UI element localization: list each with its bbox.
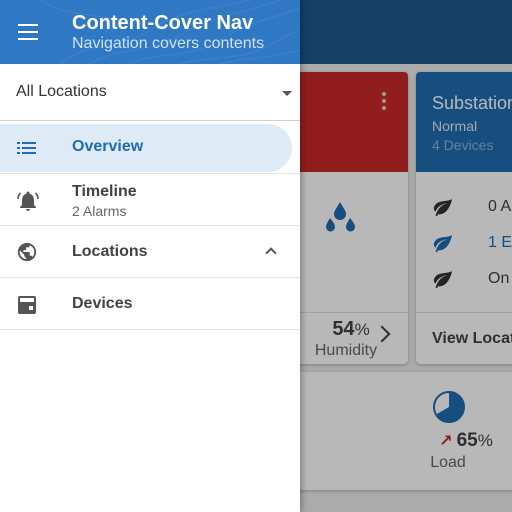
globe-icon — [17, 242, 37, 262]
list-icon — [17, 142, 36, 154]
nav-item-devices[interactable]: Devices — [0, 278, 300, 330]
nav-item-locations[interactable]: Locations — [0, 226, 300, 278]
nav-item-overview[interactable]: Overview — [0, 122, 300, 174]
expand-less-icon[interactable] — [265, 247, 277, 259]
drawer-title: Content-Cover Nav — [72, 12, 254, 34]
dropdown-arrow-icon — [282, 91, 292, 96]
active-indicator — [0, 124, 292, 172]
menu-icon[interactable] — [18, 24, 38, 40]
alarm-bell-icon — [17, 191, 39, 211]
location-select-value: All Locations — [16, 83, 107, 100]
nav-item-label: Locations — [72, 243, 148, 260]
nav-item-label: Timeline — [72, 183, 137, 200]
device-icon — [18, 296, 36, 314]
nav-item-label: Devices — [72, 295, 133, 312]
drawer-subtitle: Navigation covers contents — [72, 35, 265, 52]
nav-item-label: Overview — [72, 138, 144, 155]
drawer-header: Content-Cover Nav Navigation covers cont… — [0, 0, 300, 64]
nav-item-timeline[interactable]: Timeline 2 Alarms — [0, 174, 300, 226]
nav-item-sublabel: 2 Alarms — [72, 203, 127, 219]
location-select[interactable]: All Locations — [0, 64, 300, 121]
navigation-drawer: Content-Cover Nav Navigation covers cont… — [0, 0, 300, 512]
